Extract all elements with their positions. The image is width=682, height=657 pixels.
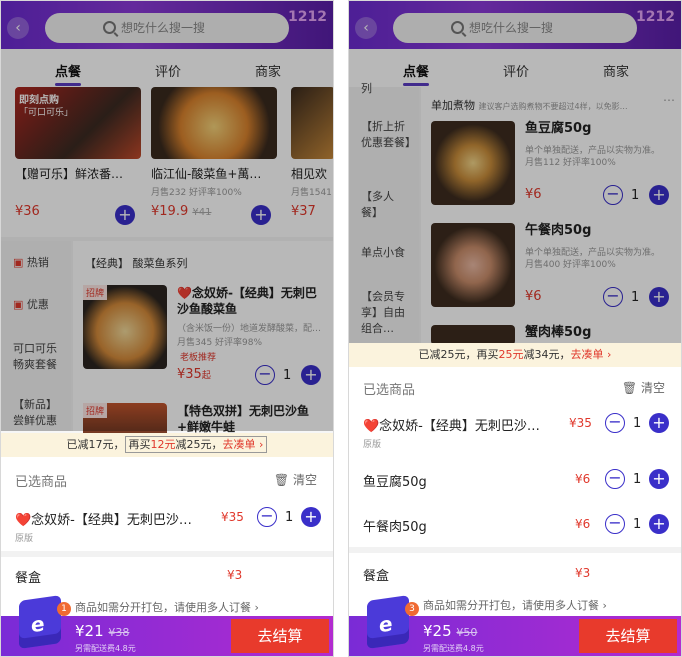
checkout-bar: 3 ¥25 ¥50 另需配送费4.8元 去结算 (349, 595, 681, 656)
cart-item-qty: 1 (633, 472, 642, 487)
trash-icon: 🗑 (621, 381, 638, 395)
clear-button[interactable]: 🗑 清空 (274, 471, 317, 488)
decrease-button[interactable]: − (605, 413, 625, 433)
cart-item-name: ❤️念奴娇-【经典】无刺巴沙… (363, 419, 540, 434)
overlay-mask[interactable] (349, 1, 681, 343)
increase-button[interactable]: + (301, 507, 321, 527)
cart-item-name: ❤️念奴娇-【经典】无刺巴沙… (15, 513, 192, 528)
cart-item-qty: 1 (633, 517, 642, 532)
clear-button[interactable]: 🗑 清空 (622, 379, 665, 396)
cart-item-qty: 1 (285, 510, 294, 525)
increase-button[interactable]: + (649, 514, 669, 534)
delivery-fee: 另需配送费4.8元 (75, 644, 136, 653)
cart-item-tag: 原版 (363, 440, 382, 450)
promo-banner[interactable]: 已减25元，再买25元减34元，去凑单 › (349, 343, 681, 367)
box-fee-label: 餐盒 (363, 569, 390, 584)
cart-count-badge: 1 (57, 602, 71, 616)
decrease-button[interactable]: − (605, 514, 625, 534)
divider (1, 551, 333, 557)
cart-item-price: ¥6 (575, 472, 591, 486)
decrease-button[interactable]: − (257, 507, 277, 527)
cart-item-price: ¥6 (575, 517, 591, 531)
cart-title: 已选商品 (15, 475, 68, 490)
cart-item-name: 午餐肉50g (363, 520, 427, 535)
left-screen: ‹ 想吃什么搜一搜 1212 点餐 评价 商家 即刻点购 「可口可乐」 【赠可乐… (0, 0, 334, 657)
cart-bag-icon[interactable] (19, 595, 61, 649)
cart-total: ¥25 ¥50 (423, 622, 478, 640)
box-fee-price: ¥3 (575, 566, 591, 580)
go-add-link[interactable]: 去凑单 › (223, 438, 264, 451)
trash-icon: 🗑 (273, 473, 290, 487)
decrease-button[interactable]: − (605, 469, 625, 489)
cart-total: ¥21 ¥38 (75, 622, 130, 640)
cart-item-price: ¥35 (569, 416, 592, 430)
checkout-button[interactable]: 去结算 (231, 619, 329, 653)
increase-button[interactable]: + (649, 469, 669, 489)
cart-count-badge: 3 (405, 602, 419, 616)
checkout-bar: 1 ¥21 ¥38 另需配送费4.8元 去结算 (1, 595, 333, 656)
box-fee-label: 餐盒 (15, 571, 42, 586)
go-add-link[interactable]: 去凑单 › (571, 348, 612, 361)
checkout-button[interactable]: 去结算 (579, 619, 677, 653)
cart-item-qty: 1 (633, 416, 642, 431)
cart-item-name: 鱼豆腐50g (363, 475, 427, 490)
cart-item-tag: 原版 (15, 534, 34, 544)
cart-title: 已选商品 (363, 383, 416, 398)
divider (349, 547, 681, 553)
promo-banner[interactable]: 已减17元， 再买12元减25元，去凑单 › (1, 433, 333, 457)
cart-item-price: ¥35 (221, 510, 244, 524)
increase-button[interactable]: + (649, 413, 669, 433)
cart-bag-icon[interactable] (367, 595, 409, 649)
delivery-fee: 另需配送费4.8元 (423, 644, 484, 653)
overlay-mask[interactable] (1, 1, 333, 431)
box-fee-price: ¥3 (227, 568, 243, 582)
right-screen: ‹ 想吃什么搜一搜 1212 点餐 评价 商家 列 【折上折优惠套餐】 【多人餐… (348, 0, 682, 657)
